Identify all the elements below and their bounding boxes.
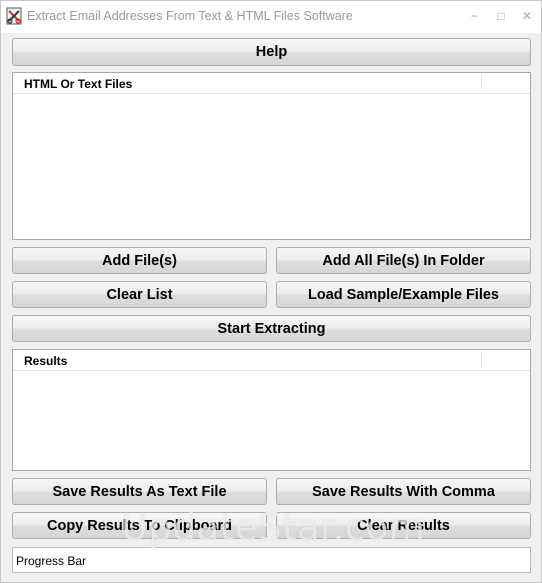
save-text-button[interactable]: Save Results As Text File <box>12 478 267 505</box>
column-separator <box>481 75 482 89</box>
window-title: Extract Email Addresses From Text & HTML… <box>27 9 353 23</box>
clear-results-button[interactable]: Clear Results <box>276 512 531 539</box>
save-comma-button[interactable]: Save Results With Comma <box>276 478 531 505</box>
progress-bar: Progress Bar <box>12 547 531 573</box>
clear-list-button[interactable]: Clear List <box>12 281 267 308</box>
start-extracting-button[interactable]: Start Extracting <box>12 315 531 342</box>
results-list-column-label: Results <box>24 354 68 368</box>
progress-bar-label: Progress Bar <box>16 554 87 568</box>
column-separator <box>481 352 482 366</box>
files-list-header[interactable]: HTML Or Text Files <box>13 73 530 94</box>
maximize-icon[interactable]: □ <box>489 7 513 25</box>
copy-clipboard-button[interactable]: Copy Results To Clipboard <box>12 512 267 539</box>
close-icon[interactable]: ✕ <box>515 7 539 25</box>
load-sample-button[interactable]: Load Sample/Example Files <box>276 281 531 308</box>
app-window: Extract Email Addresses From Text & HTML… <box>0 0 542 583</box>
scissors-app-icon[interactable] <box>6 7 22 25</box>
files-list[interactable]: HTML Or Text Files <box>12 72 531 240</box>
title-bar[interactable]: Extract Email Addresses From Text & HTML… <box>1 1 541 33</box>
help-button[interactable]: Help <box>12 38 531 66</box>
files-list-column-label: HTML Or Text Files <box>24 77 133 91</box>
results-list[interactable]: Results <box>12 349 531 471</box>
minimize-icon[interactable]: − <box>462 7 486 25</box>
add-folder-button[interactable]: Add All File(s) In Folder <box>276 247 531 274</box>
results-list-header[interactable]: Results <box>13 350 530 371</box>
add-files-button[interactable]: Add File(s) <box>12 247 267 274</box>
